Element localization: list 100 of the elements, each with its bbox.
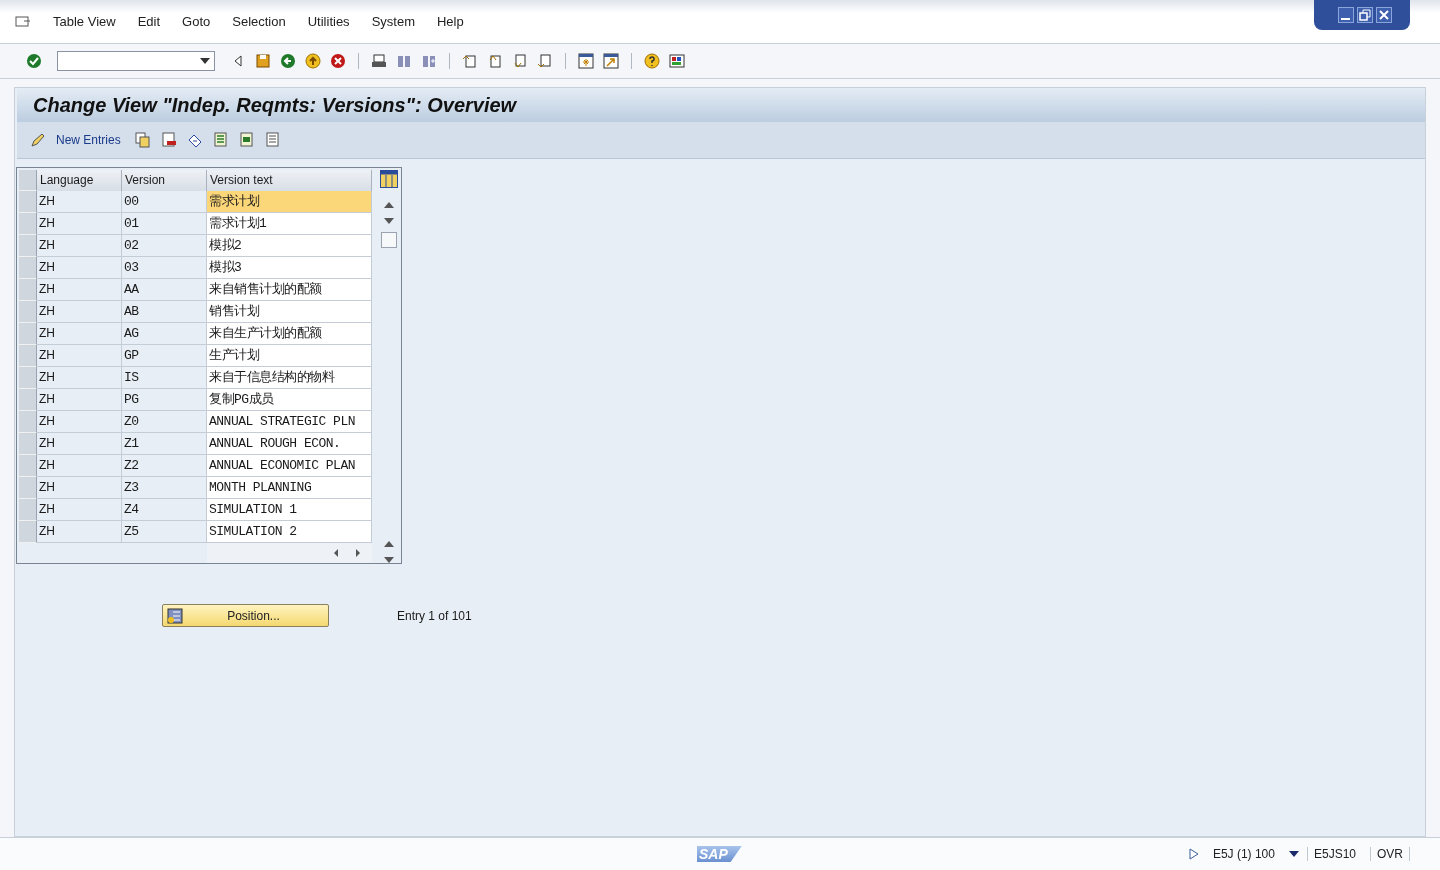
scroll-up-icon[interactable]: [383, 541, 394, 547]
menu-item[interactable]: Selection: [232, 14, 286, 29]
help-icon[interactable]: [644, 53, 660, 69]
menu-item[interactable]: Edit: [137, 14, 161, 29]
row-selector[interactable]: [19, 235, 37, 257]
input-field[interactable]: 来自销售计划的配额: [207, 279, 372, 301]
row-selector[interactable]: [19, 213, 37, 235]
page-first-icon[interactable]: [462, 53, 478, 69]
row-selector[interactable]: [19, 301, 37, 323]
binoculars-plus-icon[interactable]: [421, 53, 437, 69]
table-cell: ZH: [37, 191, 122, 213]
horizontal-scrollbar[interactable]: [207, 543, 372, 563]
menu-item[interactable]: Help: [436, 14, 464, 29]
column-header[interactable]: Version text: [207, 170, 372, 191]
right-arrow-icon[interactable]: [354, 548, 362, 558]
minimize-icon[interactable]: [1338, 7, 1354, 23]
table-cell: ZH: [37, 477, 122, 499]
table-settings-icon[interactable]: [379, 170, 398, 188]
input-field[interactable]: 需求计划1: [207, 213, 372, 235]
select-block-icon[interactable]: [238, 132, 255, 148]
row-selector[interactable]: [19, 345, 37, 367]
monitor-icon[interactable]: [669, 53, 685, 69]
input-field[interactable]: 来自于信息结构的物料: [207, 367, 372, 389]
screen-title: Change View "Indep. Reqmts: Versions": Overview: [33, 93, 517, 117]
table-cell: 03: [122, 257, 207, 279]
page-last-icon[interactable]: [537, 53, 553, 69]
binoculars-icon[interactable]: [396, 53, 412, 69]
input-field[interactable]: 生产计划: [207, 345, 372, 367]
shortcut-icon[interactable]: [603, 53, 619, 69]
menu-item[interactable]: Table View: [53, 14, 116, 29]
row-selector[interactable]: [19, 367, 37, 389]
select-all-cell[interactable]: [19, 170, 37, 191]
page-up-icon[interactable]: [487, 53, 503, 69]
input-field[interactable]: SIMULATION 1: [207, 499, 372, 521]
dropdown-icon[interactable]: [200, 58, 210, 64]
pencil-icon[interactable]: [30, 132, 46, 148]
input-field[interactable]: 销售计划: [207, 301, 372, 323]
command-field[interactable]: [57, 51, 215, 71]
print-icon[interactable]: [371, 53, 387, 69]
row-selector[interactable]: [19, 521, 37, 543]
table-cell: ZH: [37, 411, 122, 433]
table-cell: ZH: [37, 301, 122, 323]
row-selector[interactable]: [19, 433, 37, 455]
check-icon[interactable]: [26, 53, 42, 69]
table-cell: AA: [122, 279, 207, 301]
input-field[interactable]: 模拟2: [207, 235, 372, 257]
deselect-all-icon[interactable]: [264, 132, 281, 148]
page-down-icon[interactable]: [512, 53, 528, 69]
row-selector[interactable]: [19, 191, 37, 213]
input-field[interactable]: 模拟3: [207, 257, 372, 279]
menu-item[interactable]: Utilities: [307, 14, 350, 29]
menu-item[interactable]: System: [371, 14, 415, 29]
row-selector[interactable]: [19, 455, 37, 477]
dropdown-icon[interactable]: [1288, 851, 1299, 857]
cancel-icon[interactable]: [330, 53, 346, 69]
input-field[interactable]: 需求计划: [207, 191, 372, 213]
row-selector[interactable]: [19, 477, 37, 499]
table-cell: Z0: [122, 411, 207, 433]
row-selector[interactable]: [19, 499, 37, 521]
back-icon[interactable]: [280, 53, 296, 69]
table-cell: ZH: [37, 521, 122, 543]
column-header[interactable]: Language: [37, 170, 122, 191]
table-cell: ZH: [37, 367, 122, 389]
system-info: E5J (1) 100: [1211, 847, 1276, 861]
delete-row-icon[interactable]: [160, 132, 177, 148]
input-field[interactable]: SIMULATION 2: [207, 521, 372, 543]
position-button[interactable]: Position...: [162, 604, 329, 627]
save-icon[interactable]: [255, 53, 271, 69]
row-selector[interactable]: [19, 411, 37, 433]
table-cell: Z5: [122, 521, 207, 543]
close-icon[interactable]: [1376, 7, 1392, 23]
restore-icon[interactable]: [1357, 7, 1373, 23]
row-selector[interactable]: [19, 257, 37, 279]
table-cell: ZH: [37, 235, 122, 257]
copy-icon[interactable]: [134, 132, 151, 148]
table-cell: ZH: [37, 345, 122, 367]
select-all-icon[interactable]: [212, 132, 229, 148]
table-cell: ZH: [37, 279, 122, 301]
menu-item[interactable]: Goto: [182, 14, 211, 29]
input-field[interactable]: ANNUAL STRATEGIC PLN: [207, 411, 372, 433]
scroll-up-icon[interactable]: [383, 202, 394, 208]
input-field[interactable]: 来自生产计划的配额: [207, 323, 372, 345]
input-field[interactable]: MONTH PLANNING: [207, 477, 372, 499]
table-cell: ZH: [37, 323, 122, 345]
column-header[interactable]: Version: [122, 170, 207, 191]
input-field[interactable]: ANNUAL ROUGH ECON.: [207, 433, 372, 455]
table-cell: ZH: [37, 389, 122, 411]
scroll-thumb[interactable]: [380, 232, 397, 248]
new-entries-button[interactable]: New Entries: [56, 133, 121, 147]
table-cell: ZH: [37, 213, 122, 235]
row-selector[interactable]: [19, 323, 37, 345]
scroll-down-icon[interactable]: [383, 557, 394, 563]
row-selector[interactable]: [19, 389, 37, 411]
input-field[interactable]: ANNUAL ECONOMIC PLAN: [207, 455, 372, 477]
scroll-down-icon[interactable]: [383, 218, 394, 224]
row-selector[interactable]: [19, 279, 37, 301]
play-icon[interactable]: [1188, 848, 1199, 860]
menu-icon[interactable]: [15, 13, 31, 30]
left-arrow-icon[interactable]: [332, 548, 340, 558]
input-field[interactable]: 复制PG成员: [207, 389, 372, 411]
